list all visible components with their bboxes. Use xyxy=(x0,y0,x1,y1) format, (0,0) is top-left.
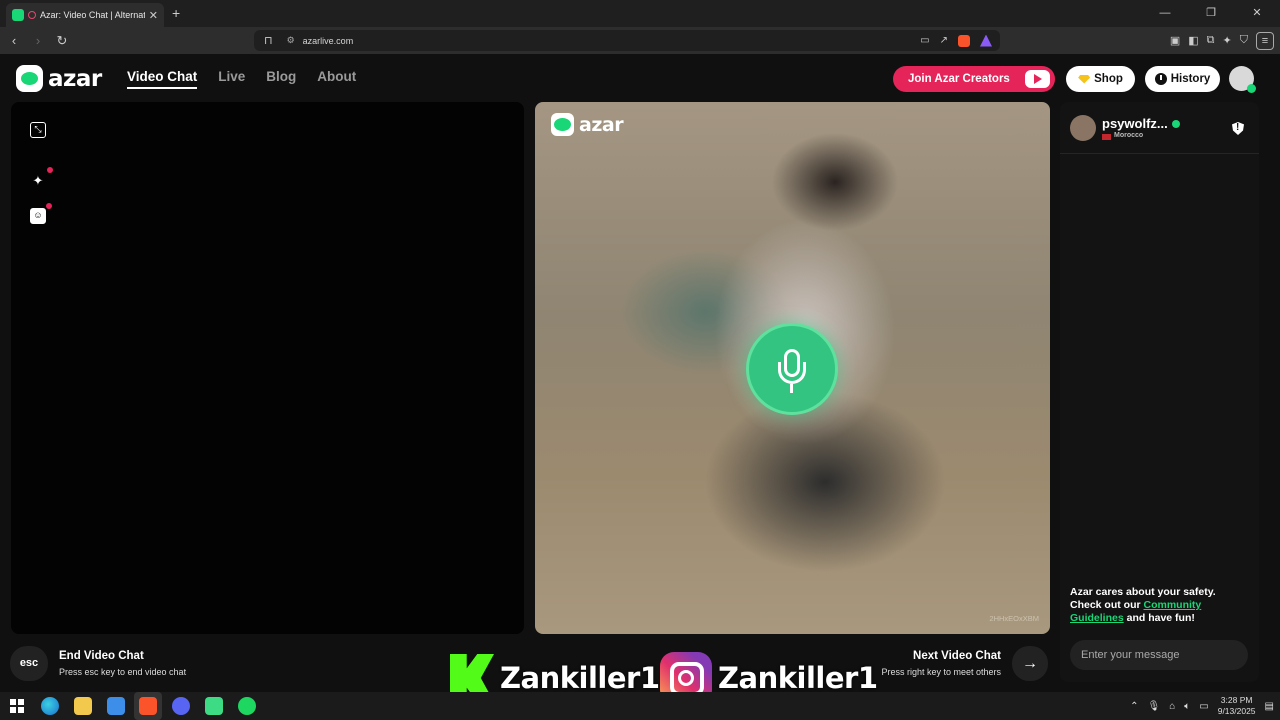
instagram-handle: Zankiller1 xyxy=(718,661,878,695)
minimize-view-icon[interactable]: ⤡ xyxy=(30,122,46,138)
message-input[interactable] xyxy=(1070,640,1248,670)
new-tab-button[interactable]: + xyxy=(172,5,180,21)
system-tray: ⌃ 🎙︎ ⌂ 🔈︎ ▭ 3:28 PM 9/13/2025 ▤ xyxy=(1130,692,1280,720)
shop-label: Shop xyxy=(1094,73,1123,85)
play-icon xyxy=(1025,70,1050,88)
volume-icon[interactable]: 🔈︎ xyxy=(1184,701,1190,712)
browser-tab[interactable]: Azar: Video Chat | Alternative ✕ xyxy=(6,3,164,27)
taskbar-date: 9/13/2025 xyxy=(1217,706,1256,716)
taskbar-time: 3:28 PM xyxy=(1220,695,1253,705)
join-creators-button[interactable]: Join Azar Creators xyxy=(893,66,1055,92)
history-button[interactable]: History xyxy=(1145,66,1220,92)
user-avatar[interactable] xyxy=(1229,66,1256,93)
azar-logo-icon xyxy=(551,113,574,136)
shop-button[interactable]: Shop xyxy=(1066,66,1135,92)
close-window-button[interactable]: ✕ xyxy=(1234,0,1280,27)
recording-icon xyxy=(28,11,36,19)
brave-rewards-icon[interactable] xyxy=(980,34,992,47)
history-label: History xyxy=(1170,73,1211,85)
url-text[interactable]: azarlive.com xyxy=(303,36,354,46)
verified-icon xyxy=(1172,120,1180,128)
android-studio-icon[interactable] xyxy=(205,697,223,715)
address-bar[interactable]: ⊓ ⚙ azarlive.com ▭ ↗ xyxy=(254,30,1000,51)
discord-icon[interactable] xyxy=(172,697,190,715)
leo-ai-icon[interactable]: ✦ xyxy=(1223,34,1232,47)
end-video-chat-hint: Press esc key to end video chat xyxy=(59,667,187,677)
site-header: azar Video Chat Live Blog About Join Aza… xyxy=(0,54,1280,101)
mic-tray-icon[interactable]: 🎙︎ xyxy=(1148,701,1161,712)
next-video-chat-title: Next Video Chat xyxy=(913,650,1001,662)
reload-icon[interactable]: ↻ xyxy=(52,33,72,49)
bookmark-icon[interactable]: ⊓ xyxy=(264,34,273,47)
browser-toolbar: ‹ › ↻ ⊓ ⚙ azarlive.com ▭ ↗ ▣ ◧ ⧉ ✦ ⛉ ≡ xyxy=(0,27,1280,54)
report-shield-icon[interactable] xyxy=(1232,122,1244,135)
azar-page: azar Video Chat Live Blog About Join Aza… xyxy=(0,54,1280,692)
cast-icon[interactable]: ▭ xyxy=(920,35,929,47)
join-creators-label: Join Azar Creators xyxy=(908,73,1010,85)
chat-panel: psywolfz... Morocco Azar cares about you… xyxy=(1060,102,1259,682)
peer-name[interactable]: psywolfz... xyxy=(1102,116,1168,131)
forward-icon[interactable]: › xyxy=(28,33,48,48)
main-nav: Video Chat Live Blog About xyxy=(127,69,356,89)
safety-text-2: and have fun! xyxy=(1123,612,1195,624)
gem-icon xyxy=(1078,74,1091,84)
taskbar-clock[interactable]: 3:28 PM 9/13/2025 xyxy=(1218,695,1256,717)
extensions-icon[interactable]: ⧉ xyxy=(1207,34,1215,47)
esc-button[interactable]: esc xyxy=(10,646,48,681)
end-video-chat-title: End Video Chat xyxy=(59,650,144,662)
store-icon[interactable] xyxy=(107,697,125,715)
spotify-icon[interactable] xyxy=(238,697,256,715)
back-icon[interactable]: ‹ xyxy=(4,33,24,48)
sidebar-icon[interactable]: ◧ xyxy=(1188,34,1198,47)
maximize-button[interactable]: ❐ xyxy=(1188,0,1234,27)
face-filter-icon[interactable]: ☺ xyxy=(30,203,52,224)
vpn-icon[interactable]: ⛉ xyxy=(1240,34,1248,47)
partner-video-panel: azar 2HHxEOxXBM xyxy=(535,102,1050,634)
minimize-button[interactable]: — xyxy=(1142,0,1188,27)
tab-close-icon[interactable]: ✕ xyxy=(149,9,158,22)
browser-tab-bar: Azar: Video Chat | Alternative ✕ + — ❐ ✕ xyxy=(0,0,1280,27)
nav-about[interactable]: About xyxy=(317,69,356,89)
tab-title: Azar: Video Chat | Alternative xyxy=(40,10,145,20)
wallet-icon[interactable]: ▣ xyxy=(1170,34,1180,47)
next-video-chat-hint: Press right key to meet others xyxy=(881,667,1001,677)
notifications-icon[interactable]: ▤ xyxy=(1265,701,1274,712)
window-controls: — ❐ ✕ xyxy=(1142,0,1280,27)
browser-tools: ▣ ◧ ⧉ ✦ ⛉ ≡ xyxy=(1170,27,1274,54)
video-azar-logo: azar xyxy=(551,113,624,136)
my-camera-panel: ⤡ ✦ ☺ xyxy=(11,102,524,634)
windows-taskbar: ⌃ 🎙︎ ⌂ 🔈︎ ▭ 3:28 PM 9/13/2025 ▤ xyxy=(0,692,1280,720)
azar-logo-icon xyxy=(16,65,43,92)
safety-notice: Azar cares about your safety. Check out … xyxy=(1070,586,1250,625)
clock-icon xyxy=(1154,73,1167,85)
chat-header: psywolfz... Morocco xyxy=(1060,102,1259,154)
effects-sparkle-icon[interactable]: ✦ xyxy=(30,167,53,189)
peer-country: Morocco xyxy=(1114,132,1144,139)
kick-handle: Zankiller1 xyxy=(500,661,660,695)
windows-start-icon[interactable] xyxy=(8,697,26,715)
video-logo-text: azar xyxy=(579,113,624,136)
file-explorer-icon[interactable] xyxy=(74,697,92,715)
video-watermark: 2HHxEOxXBM xyxy=(989,614,1039,623)
nav-live[interactable]: Live xyxy=(218,69,245,89)
morocco-flag-icon xyxy=(1102,134,1111,140)
next-arrow-button[interactable]: → xyxy=(1012,646,1048,681)
nav-video-chat[interactable]: Video Chat xyxy=(127,69,198,89)
network-icon[interactable]: ⌂ xyxy=(1169,701,1175,712)
battery-icon[interactable]: ▭ xyxy=(1199,701,1208,712)
nav-blog[interactable]: Blog xyxy=(266,69,296,89)
peer-avatar[interactable] xyxy=(1070,115,1096,141)
brave-icon[interactable] xyxy=(139,697,157,715)
menu-icon[interactable]: ≡ xyxy=(1256,31,1274,50)
edge-icon[interactable] xyxy=(41,697,59,715)
azar-favicon-icon xyxy=(12,9,24,21)
microphone-icon xyxy=(746,323,838,415)
site-settings-icon[interactable]: ⚙ xyxy=(287,35,295,46)
brave-shields-icon[interactable] xyxy=(958,34,970,47)
logo-text: azar xyxy=(48,65,102,92)
share-icon[interactable]: ↗ xyxy=(940,35,948,47)
azar-logo[interactable]: azar xyxy=(16,65,102,92)
tray-expand-icon[interactable]: ⌃ xyxy=(1130,701,1138,712)
